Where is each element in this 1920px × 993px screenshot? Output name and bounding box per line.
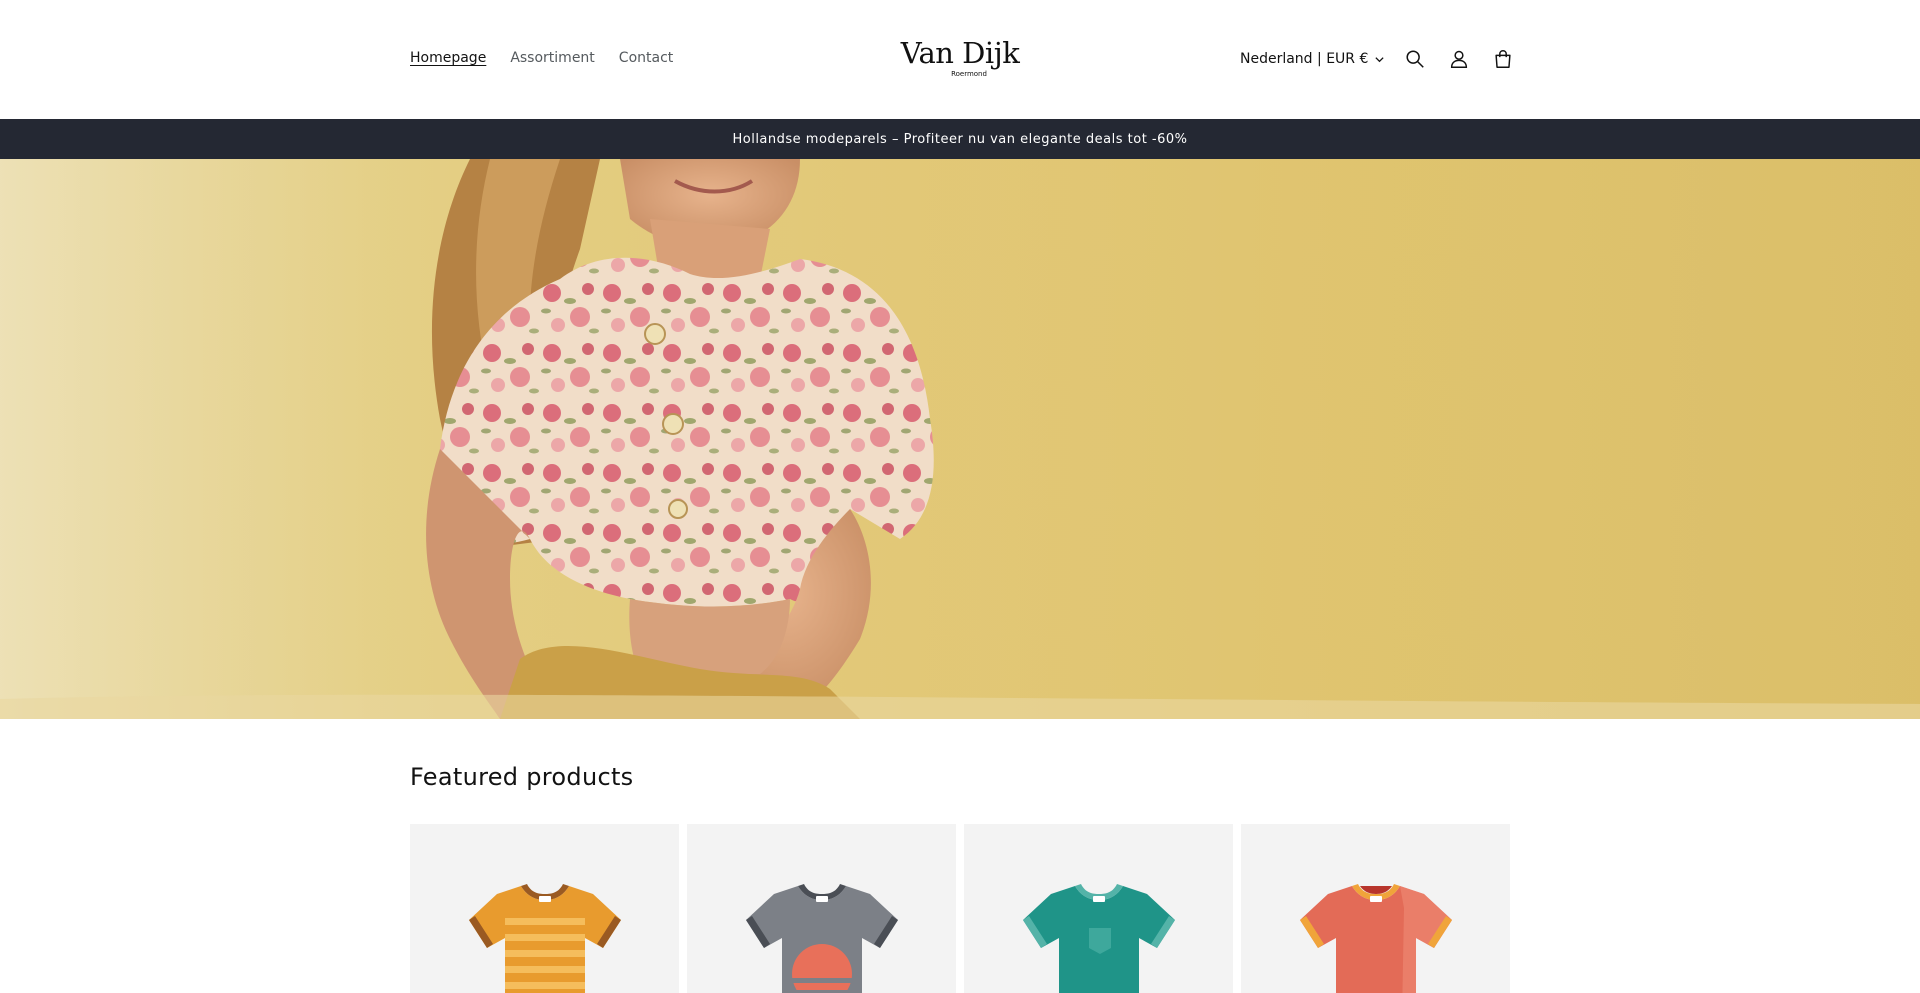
product-card[interactable] <box>687 824 956 993</box>
tshirt-icon <box>1022 884 1175 993</box>
nav-homepage[interactable]: Homepage <box>410 48 486 68</box>
tshirt-icon <box>1299 884 1452 993</box>
product-card[interactable] <box>964 824 1233 993</box>
announcement-text: Hollandse modeparels – Profiteer nu van … <box>732 131 1188 147</box>
search-icon <box>1406 50 1425 68</box>
nav-assortiment[interactable]: Assortiment <box>510 48 594 68</box>
hero-image <box>0 159 1920 719</box>
site-header: Homepage Assortiment Contact Van Dijk Ro… <box>0 0 1920 119</box>
header-actions: Nederland | EUR € <box>1240 42 1525 76</box>
product-card[interactable] <box>410 824 679 993</box>
logo[interactable]: Van Dijk Roermond <box>880 38 1040 79</box>
locale-label: Nederland | EUR € <box>1240 51 1369 67</box>
logo-name: Van Dijk <box>900 36 1020 70</box>
account-button[interactable] <box>1437 37 1481 81</box>
announcement-bar: Hollandse modeparels – Profiteer nu van … <box>0 119 1920 159</box>
product-grid <box>410 824 1510 993</box>
cart-icon <box>1495 50 1511 68</box>
product-card[interactable] <box>1241 824 1510 993</box>
chevron-down-icon <box>1375 56 1384 62</box>
logo-subtitle: Roermond <box>951 70 987 78</box>
cart-button[interactable] <box>1481 37 1525 81</box>
account-icon <box>1451 50 1468 68</box>
hero-banner <box>0 159 1920 719</box>
search-button[interactable] <box>1393 37 1437 81</box>
locale-selector[interactable]: Nederland | EUR € <box>1240 51 1385 67</box>
main-nav: Homepage Assortiment Contact <box>410 48 673 68</box>
featured-products-title: Featured products <box>410 763 634 791</box>
tshirt-icon <box>468 884 621 993</box>
tshirt-icon <box>745 884 898 993</box>
nav-contact[interactable]: Contact <box>619 48 673 68</box>
